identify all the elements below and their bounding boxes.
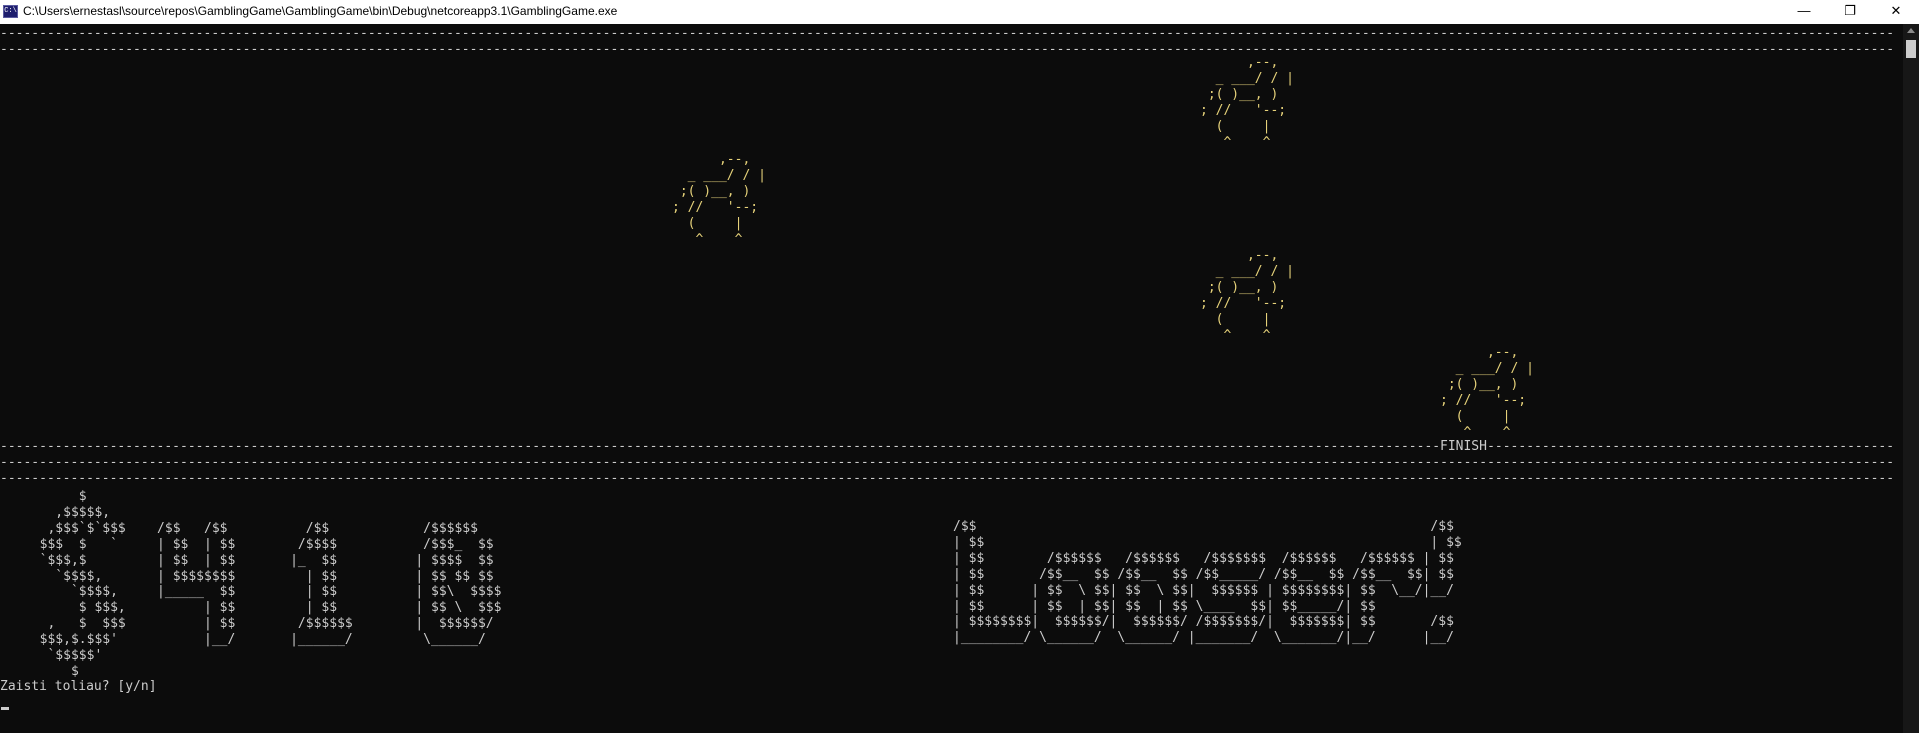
loser-banner: /$$ /$$ | $$ | $$ | $$ /$$$$$$ /$$$$$$ /… <box>953 519 1462 646</box>
track-border-bottom: ----------------------------------------… <box>0 455 1896 470</box>
close-button[interactable]: ✕ <box>1873 0 1919 24</box>
console-app-icon: C:\ <box>3 5 18 18</box>
minimize-button[interactable]: — <box>1781 0 1827 24</box>
finish-line: ----------------------------------------… <box>0 439 1896 454</box>
title-bar: C:\ C:\Users\ernestasl\source\repos\Gamb… <box>0 0 1919 24</box>
horse-4: ,--, _ ___/ / | ;( )__, ) ; // '--; ( | … <box>1440 345 1534 440</box>
track-border-bottom-2: ----------------------------------------… <box>0 471 1896 486</box>
console-output[interactable]: ----------------------------------------… <box>0 24 1903 733</box>
horse-3: ,--, _ ___/ / | ;( )__, ) ; // '--; ( | … <box>1200 248 1294 343</box>
text-cursor <box>1 707 9 710</box>
restore-button[interactable]: ❐ <box>1827 0 1873 24</box>
finish-label: FINISH <box>1438 439 1489 454</box>
money-banner: $ ,$$$$$, ,$$$`$`$$$ /$$ /$$ /$$ /$$$$$$… <box>39 489 502 679</box>
window-title: C:\Users\ernestasl\source\repos\Gambling… <box>23 4 618 18</box>
scroll-up-arrow-icon[interactable] <box>1907 28 1915 33</box>
scroll-thumb[interactable] <box>1906 40 1916 58</box>
horse-1: ,--, _ ___/ / | ;( )__, ) ; // '--; ( | … <box>1200 55 1294 150</box>
vertical-scrollbar[interactable] <box>1903 24 1919 733</box>
track-border-top-2: ----------------------------------------… <box>0 42 1896 57</box>
horse-2: ,--, _ ___/ / | ;( )__, ) ; // '--; ( | … <box>672 152 766 247</box>
continue-prompt: Zaisti toliau? [y/n] <box>0 679 157 694</box>
track-border-top: ----------------------------------------… <box>0 26 1896 41</box>
